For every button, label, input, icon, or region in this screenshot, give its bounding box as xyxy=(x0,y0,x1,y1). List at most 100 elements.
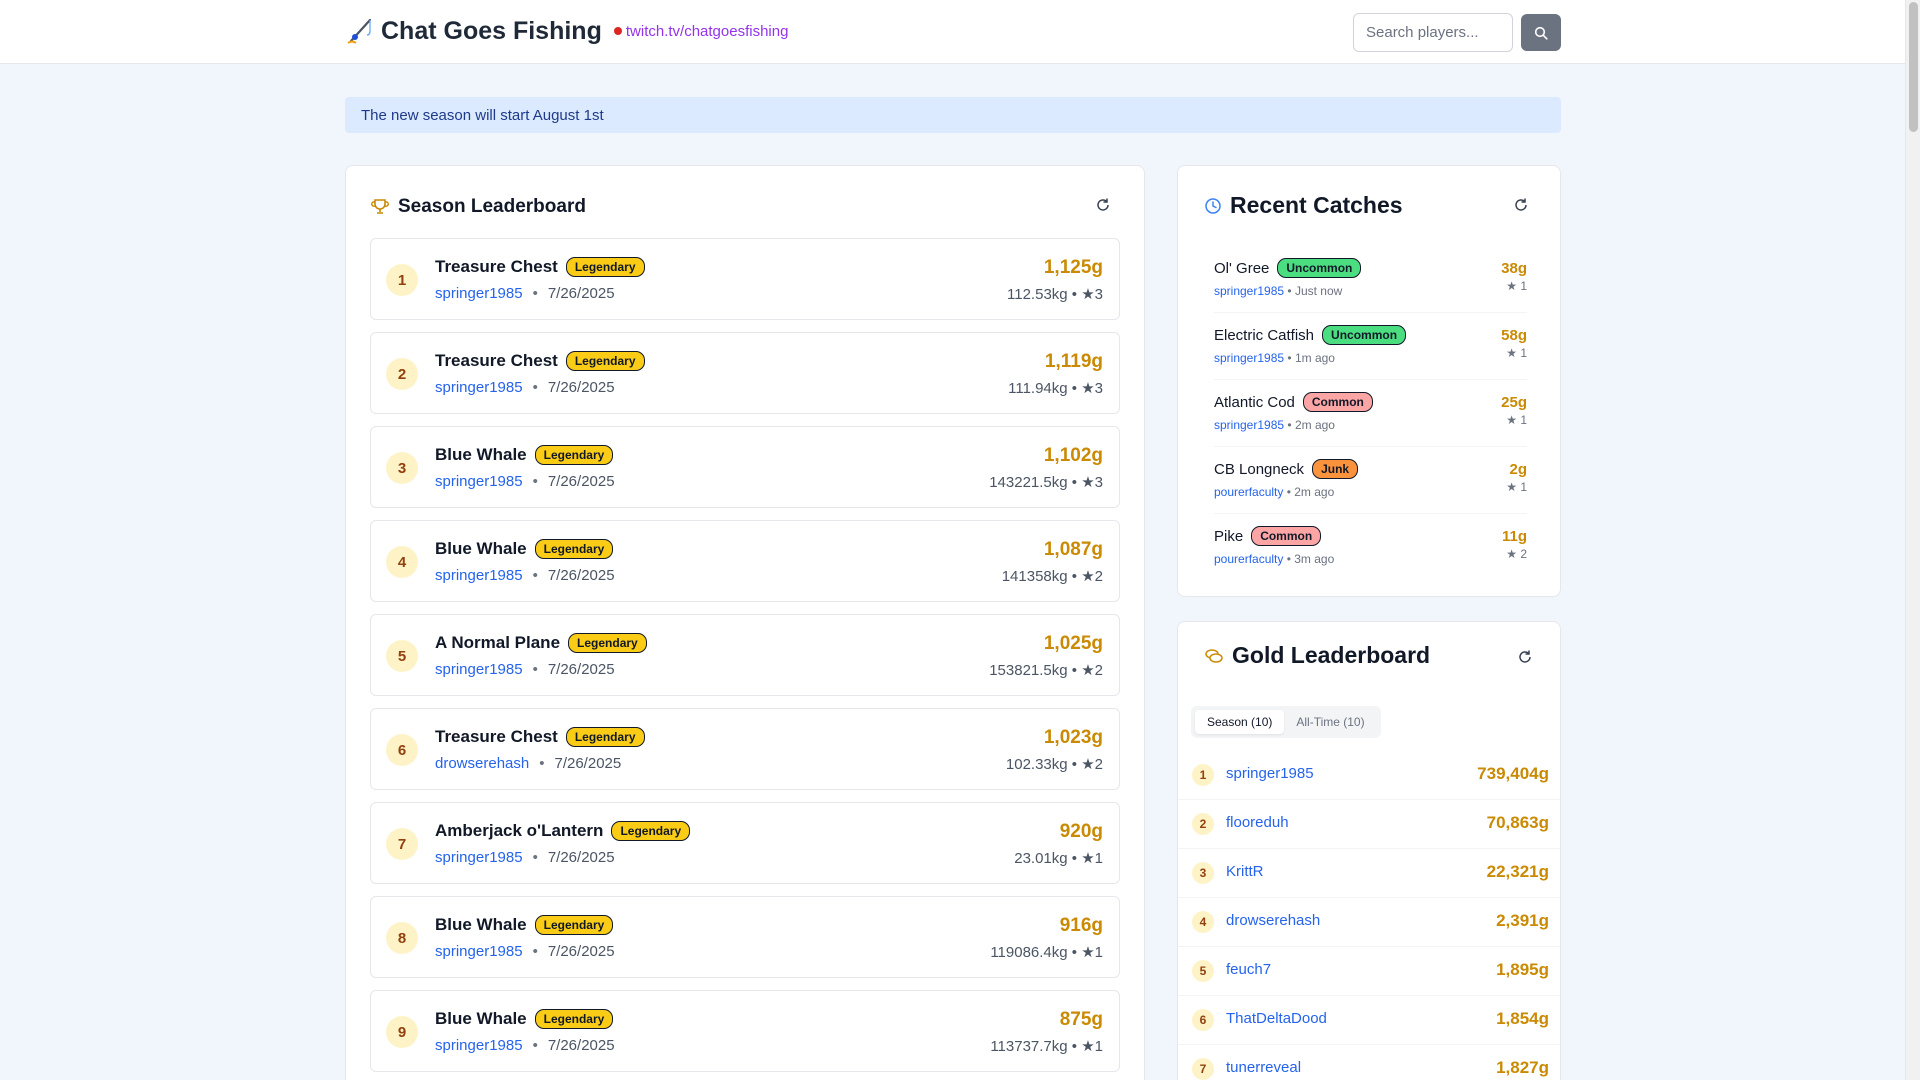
twitch-link[interactable]: twitch.tv/chatgoesfishing xyxy=(613,23,789,40)
player-link[interactable]: tunerreveal xyxy=(1226,1059,1301,1076)
separator-dot: • xyxy=(532,567,538,584)
catch-date: 7/26/2025 xyxy=(547,567,615,584)
player-link[interactable]: springer1985 xyxy=(435,943,523,960)
live-indicator-icon xyxy=(613,27,622,35)
gold-leaderboard-tabs: Season (10) All-Time (10) xyxy=(1191,706,1381,738)
player-link[interactable]: springer1985 xyxy=(1214,351,1284,365)
player-link[interactable]: springer1985 xyxy=(1214,284,1284,298)
recent-catch-item[interactable]: Electric Catfish Uncommon springer1985 • 1… xyxy=(1214,313,1527,380)
leaderboard-entry[interactable]: 2 Treasure Chest Legendary springer1985 • 7/2… xyxy=(370,332,1120,414)
leaderboard-entry[interactable]: 5 A Normal Plane Legendary springer1985 • 7/2… xyxy=(370,614,1120,696)
leaderboard-entry[interactable]: 4 Blue Whale Legendary springer1985 • 7/26/20… xyxy=(370,520,1120,602)
catch-meta: springer1985 • 7/26/2025 xyxy=(435,285,615,302)
player-link[interactable]: drowserehash xyxy=(1226,912,1320,929)
gold-leaderboard-row[interactable]: 6 ThatDeltaDood 1,854g xyxy=(1178,996,1560,1045)
fish-name: CB Longneck xyxy=(1214,460,1305,478)
catch-value: 1,025g 153821.5kg • ★2 xyxy=(989,633,1103,679)
player-link[interactable]: springer1985 xyxy=(1214,418,1284,432)
page-scrollbar[interactable] xyxy=(1905,0,1920,1080)
refresh-icon[interactable] xyxy=(1094,196,1112,214)
catch-value: 1,023g 102.33kg • ★2 xyxy=(1006,727,1103,773)
rank-badge: 6 xyxy=(1192,1009,1214,1031)
leaderboard-entry[interactable]: 9 Blue Whale Legendary springer1985 • 7/26/20… xyxy=(370,990,1120,1072)
leaderboard-entry[interactable]: 6 Treasure Chest Legendary drowserehash • 7/2… xyxy=(370,708,1120,790)
gold-total: 22,321g xyxy=(1486,862,1549,881)
rank-badge: 5 xyxy=(386,640,418,672)
tab-all-time[interactable]: All-Time (10) xyxy=(1284,710,1376,734)
catch-title: A Normal Plane Legendary xyxy=(435,633,647,653)
gold-leaderboard-row[interactable]: 2 flooreduh 70,863g xyxy=(1178,800,1560,849)
gold-value: 920g xyxy=(1059,821,1103,842)
player-link[interactable]: springer1985 xyxy=(435,379,523,396)
catch-title: Treasure Chest Legendary xyxy=(435,257,645,277)
catch-meta: pourerfaculty • 3m ago xyxy=(1214,552,1334,566)
search-icon xyxy=(1534,26,1548,40)
player-link[interactable]: feuch7 xyxy=(1226,961,1271,978)
gold-value: 1,023g xyxy=(1043,727,1103,748)
refresh-icon[interactable] xyxy=(1512,196,1530,214)
star-rating: ★ 1 xyxy=(1506,279,1527,293)
rank-badge: 4 xyxy=(1192,911,1214,933)
separator-dot: • xyxy=(532,1037,538,1054)
recent-catch-item[interactable]: CB Longneck Junk pourerfaculty • 2m ago 2g ★… xyxy=(1214,447,1527,514)
tab-season[interactable]: Season (10) xyxy=(1195,710,1285,734)
leaderboard-entry[interactable]: 3 Blue Whale Legendary springer1985 • 7/26/20… xyxy=(370,426,1120,508)
weight-stars: 113737.7kg • ★1 xyxy=(990,1038,1103,1055)
gold-leaderboard-row[interactable]: 7 tunerreveal 1,827g xyxy=(1178,1045,1560,1080)
gold-leaderboard-row[interactable]: 3 KrittR 22,321g xyxy=(1178,849,1560,898)
weight-stars: 112.53kg • ★3 xyxy=(1007,286,1103,303)
catch-time: 3m ago xyxy=(1294,552,1335,566)
catch-meta: springer1985 • 7/26/2025 xyxy=(435,943,615,960)
catch-time: 1m ago xyxy=(1294,351,1335,365)
gold-total: 1,854g xyxy=(1496,1009,1549,1028)
catch-meta: springer1985 • 7/26/2025 xyxy=(435,1037,615,1054)
player-link[interactable]: flooreduh xyxy=(1226,814,1289,831)
season-leaderboard-header: Season Leaderboard xyxy=(370,196,586,218)
separator-dot: • xyxy=(1283,485,1295,499)
player-link[interactable]: KrittR xyxy=(1226,863,1264,880)
gold-value: 11g xyxy=(1501,528,1527,545)
player-link[interactable]: pourerfaculty xyxy=(1214,485,1283,499)
catch-date: 7/26/2025 xyxy=(547,943,615,960)
leaderboard-entry[interactable]: 7 Amberjack o'Lantern Legendary springer198… xyxy=(370,802,1120,884)
player-link[interactable]: springer1985 xyxy=(435,661,523,678)
leaderboard-entry[interactable]: 8 Blue Whale Legendary springer1985 • 7/26/20… xyxy=(370,896,1120,978)
recent-catch-item[interactable]: Atlantic Cod Common springer1985 • 2m ago 2… xyxy=(1214,380,1527,447)
player-link[interactable]: springer1985 xyxy=(435,285,523,302)
fishing-rod-icon xyxy=(347,18,372,44)
trophy-icon xyxy=(371,199,389,214)
clock-icon xyxy=(1205,197,1221,214)
catch-title: Blue Whale Legendary xyxy=(435,915,614,935)
player-link[interactable]: springer1985 xyxy=(435,473,523,490)
player-link[interactable]: springer1985 xyxy=(435,849,523,866)
player-link[interactable]: ThatDeltaDood xyxy=(1226,1010,1327,1027)
gold-leaderboard-row[interactable]: 1 springer1985 739,404g xyxy=(1178,751,1560,800)
top-header: Chat Goes Fishing twitch.tv/chatgoesfish… xyxy=(0,0,1905,64)
season-leaderboard-title: Season Leaderboard xyxy=(398,196,586,217)
star-rating: ★ 2 xyxy=(1506,547,1527,561)
catch-title: Treasure Chest Legendary xyxy=(435,727,645,747)
player-link[interactable]: pourerfaculty xyxy=(1214,552,1283,566)
search-button[interactable] xyxy=(1521,14,1561,51)
catch-title: Blue Whale Legendary xyxy=(435,445,614,465)
recent-catch-item[interactable]: Ol' Gree Uncommon springer1985 • Just now 3… xyxy=(1214,246,1527,313)
gold-leaderboard-row[interactable]: 5 feuch7 1,895g xyxy=(1178,947,1560,996)
search-input[interactable] xyxy=(1353,13,1513,52)
recent-catch-item[interactable]: Pike Common pourerfaculty • 3m ago 11g ★ 2 xyxy=(1214,514,1527,581)
gold-leaderboard-row[interactable]: 4 drowserehash 2,391g xyxy=(1178,898,1560,947)
catch-value: 916g 119086.4kg • ★1 xyxy=(990,915,1103,961)
player-link[interactable]: springer1985 xyxy=(435,567,523,584)
refresh-icon[interactable] xyxy=(1516,648,1534,666)
weight-stars: 23.01kg • ★1 xyxy=(1014,850,1103,867)
rank-badge: 1 xyxy=(386,264,418,296)
scrollbar-thumb[interactable] xyxy=(1909,2,1918,132)
player-link[interactable]: drowserehash xyxy=(435,755,529,772)
player-link[interactable]: springer1985 xyxy=(435,1037,523,1054)
player-link[interactable]: springer1985 xyxy=(1226,765,1314,782)
rank-badge: 9 xyxy=(386,1016,418,1048)
leaderboard-entry[interactable]: 1 Treasure Chest Legendary springer1985 • 7/2… xyxy=(370,238,1120,320)
twitch-link-text[interactable]: twitch.tv/chatgoesfishing xyxy=(626,23,789,40)
catch-meta: springer1985 • 7/26/2025 xyxy=(435,379,615,396)
brand[interactable]: Chat Goes Fishing twitch.tv/chatgoesfish… xyxy=(345,16,788,46)
separator-dot: • xyxy=(532,379,538,396)
